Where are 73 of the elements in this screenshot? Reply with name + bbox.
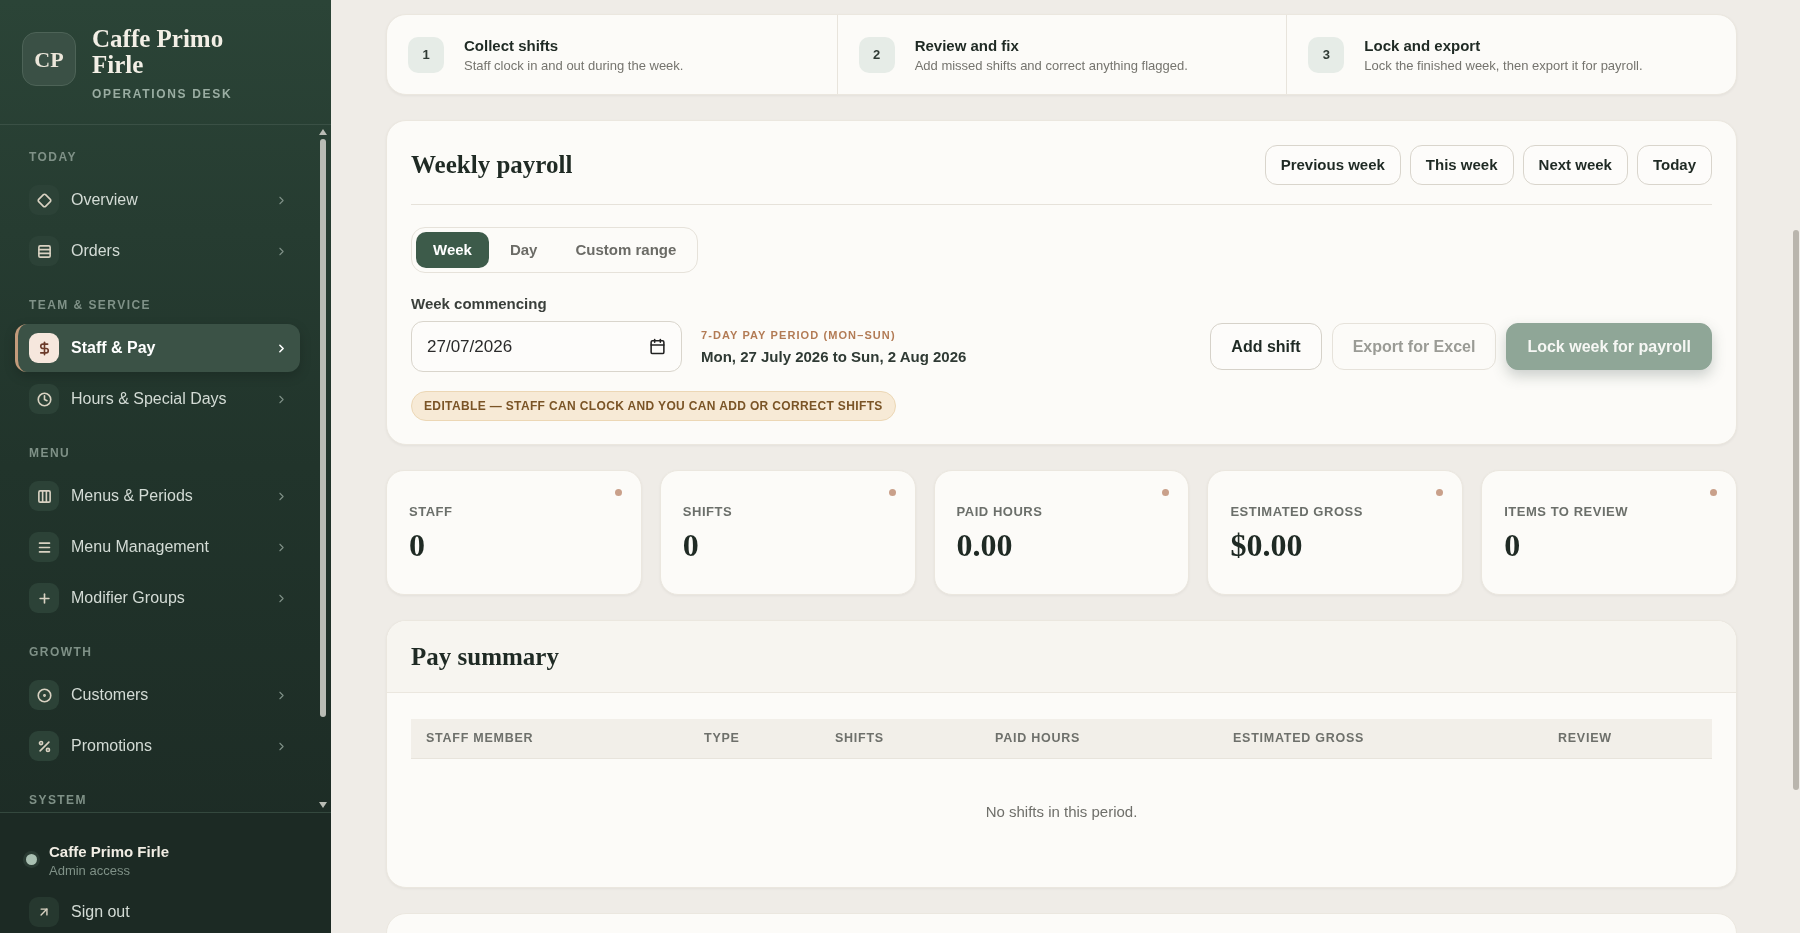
card-title: Weekly payroll [411, 150, 573, 181]
nav-item[interactable]: Modifier Groups [15, 574, 300, 622]
stat-value: 0 [1504, 526, 1522, 564]
stat-value: $0.00 [1230, 526, 1304, 564]
column-header: TYPE [703, 730, 741, 748]
account-role: Admin access [49, 863, 131, 879]
stat-label: ITEMS TO REVIEW [1504, 504, 1630, 520]
step-description: Staff clock in and out during the week. [464, 57, 684, 74]
period-caption: 7-DAY PAY PERIOD (MON–SUN) [701, 327, 897, 342]
dollar-icon [29, 333, 59, 363]
stat-value: 0 [409, 526, 426, 564]
logo-tile: CP [22, 32, 76, 86]
nav-item[interactable]: Hours & Special Days [15, 375, 300, 423]
sign-out-button[interactable]: Sign out [15, 896, 142, 928]
column-header: ESTIMATED GROSS [1232, 730, 1366, 748]
clock-icon [29, 384, 59, 414]
column-header: PAID HOURS [994, 730, 1082, 748]
status-tag: EDITABLE — STAFF CAN CLOCK AND YOU CAN ADD OR CORRECT SHIFTS [411, 391, 896, 421]
stat-value: 0.00 [956, 526, 1014, 564]
range-tab[interactable]: Custom range [558, 232, 694, 268]
rows-icon [29, 236, 59, 266]
step-number: 3 [1308, 36, 1345, 73]
plus-icon [29, 583, 59, 613]
section-label: TEAM & SERVICE [28, 297, 152, 313]
range-tab[interactable]: Week [416, 232, 489, 268]
section-label: GROWTH [28, 644, 94, 660]
step-description: Lock the finished week, then export it for payroll. [1364, 57, 1643, 74]
nav-item[interactable]: Customers [15, 671, 300, 719]
account-name: Caffe Primo Firle [49, 842, 170, 861]
column-header: REVIEW [1557, 730, 1613, 748]
step-description: Add missed shifts and correct anything flagged. [914, 57, 1188, 74]
step-number: 2 [858, 36, 895, 73]
week-nav-button[interactable]: This week [1409, 145, 1514, 185]
columns-icon [29, 481, 59, 511]
nav-item[interactable]: Menu Management [15, 523, 300, 571]
nav-item[interactable]: Staff & Pay [15, 324, 300, 372]
column-header: STAFF MEMBER [425, 730, 535, 748]
stat-label: PAID HOURS [956, 504, 1044, 520]
period-range: Mon, 27 July 2026 to Sun, 2 Aug 2026 [701, 347, 967, 366]
column-header: SHIFTS [834, 730, 885, 748]
nav-item[interactable]: Promotions [15, 722, 300, 770]
percent-icon [29, 731, 59, 761]
section-label: MENU [28, 445, 72, 461]
step-number: 1 [408, 36, 444, 73]
menu-icon [29, 532, 59, 562]
section-label: TODAY [28, 149, 78, 165]
brand-subtitle: OPERATIONS DESK [92, 87, 234, 101]
date-field[interactable]: 27/07/2026 [411, 321, 682, 372]
section-label: SYSTEM [28, 792, 88, 808]
brand-name: Caffe Primo Firle [92, 26, 225, 78]
step-title: Lock and export [1364, 35, 1482, 55]
scrollbar-thumb[interactable] [1793, 230, 1799, 790]
scrollbar-thumb[interactable] [319, 139, 326, 717]
field-label: Week commencing [411, 295, 548, 313]
empty-message: No shifts in this period. [985, 801, 1138, 822]
step-title: Collect shifts [464, 35, 560, 55]
card-title: Pay summary [411, 641, 559, 672]
range-tab[interactable]: Day [492, 232, 555, 268]
nav-item[interactable]: Orders [15, 227, 300, 275]
step-title: Review and fix [914, 35, 1020, 55]
diamond-icon [29, 185, 59, 215]
stat-label: ESTIMATED GROSS [1230, 504, 1364, 520]
action-button[interactable]: Add shift [1210, 323, 1322, 370]
nav-item[interactable]: Overview [15, 176, 300, 224]
nav-item[interactable]: Menus & Periods [15, 472, 300, 520]
calendar-icon[interactable] [649, 338, 666, 355]
stat-label: STAFF [409, 504, 454, 520]
week-nav-button[interactable]: Next week [1522, 145, 1628, 185]
stat-value: 0 [682, 526, 700, 564]
arrow-icon [29, 897, 59, 927]
week-nav-button[interactable]: Previous week [1264, 145, 1401, 185]
stat-label: SHIFTS [682, 504, 734, 520]
week-nav-button[interactable]: Today [1636, 145, 1712, 185]
